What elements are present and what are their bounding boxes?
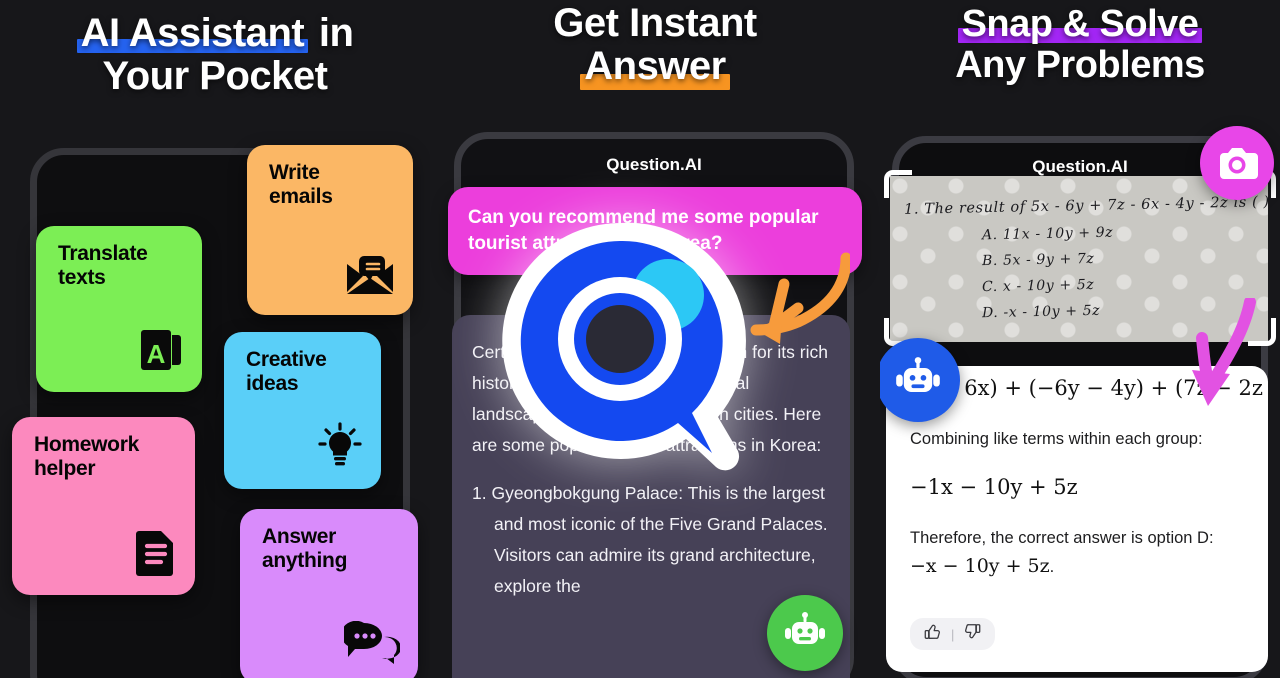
chat-bubble-user-question: Can you recommend me some popular touris… (448, 187, 862, 276)
robot-icon (785, 612, 825, 644)
ai-answer-intro: Certainly! Korea is a country known for … (472, 342, 828, 456)
scan-corner-top-left (884, 170, 912, 198)
scanned-homework-image: 1. The result of 5x - 6y + 7z - 6x - 4y … (890, 176, 1270, 342)
panel-ai-assistant: AI Assistant in Your Pocket Translate te… (0, 0, 430, 678)
panel-instant-answer: Get Instant Answer Question.AI Can you r… (430, 0, 880, 678)
document-icon (135, 528, 177, 581)
ai-answer-item-1: 1. Gyeongbokgung Palace: This is the lar… (472, 482, 828, 596)
feature-card-label: Answer anything (262, 525, 348, 572)
panel-1-heading: AI Assistant in Your Pocket (0, 11, 430, 99)
heading-highlight-ai-assistant: AI Assistant (76, 11, 309, 55)
solution-step-text: Combining like terms within each group: (910, 430, 1203, 448)
feature-card-label: Homework helper (34, 433, 139, 480)
robot-icon (896, 357, 940, 392)
solution-math-result: −1x − 10y + 5z (910, 474, 1078, 499)
mail-icon (345, 254, 395, 301)
feature-card-write-emails[interactable]: Write emails (247, 145, 413, 315)
heading-line-your-pocket: Your Pocket (102, 54, 328, 99)
handwritten-line: 1. The result of 5x - 6y + 7z - 6x - 4y … (903, 194, 1270, 218)
heading-suffix-in: in (308, 11, 354, 55)
solution-math-top: − 6x) + (−6y − 4y) + (7z − 2z (940, 376, 1263, 400)
feedback-bar: | (910, 618, 996, 650)
handwritten-line: C. x - 10y + 5z (981, 276, 1095, 296)
user-question-text: Can you recommend me some popular touris… (468, 207, 819, 255)
feature-card-label: Write emails (269, 161, 333, 208)
feature-card-translate-texts[interactable]: Translate texts A (36, 226, 202, 392)
robot-green-badge[interactable] (767, 595, 843, 671)
solution-conclusion: Therefore, the correct answer is option … (910, 525, 1244, 582)
thumbs-up-icon[interactable] (924, 623, 941, 645)
heading-highlight-answer: Answer (580, 44, 730, 91)
feature-card-creative-ideas[interactable]: Creative ideas (224, 332, 381, 489)
panel-snap-solve: Snap & Solve Any Problems Question.AI 1.… (880, 0, 1280, 678)
translate-icon: A (138, 327, 184, 378)
heading-line-get-instant: Get Instant (553, 1, 757, 45)
heading-highlight-snap-solve: Snap & Solve (957, 3, 1203, 45)
panel-3-heading: Snap & Solve Any Problems (880, 3, 1280, 87)
feature-card-label: Translate texts (58, 242, 148, 289)
feature-card-answer-anything[interactable]: Answer anything (240, 509, 418, 678)
solution-conclusion-text: Therefore, the correct answer is option … (910, 528, 1214, 547)
app-title-question-ai: Question.AI (606, 155, 702, 174)
promo-screenshot: AI Assistant in Your Pocket Translate te… (0, 0, 1280, 678)
svg-text:A: A (147, 339, 166, 369)
handwritten-line: D. -x - 10y + 5z (981, 302, 1101, 322)
lightbulb-icon (317, 422, 363, 475)
camera-badge[interactable] (1200, 126, 1274, 200)
heading-line-any-problems: Any Problems (955, 44, 1205, 87)
feedback-separator: | (951, 626, 955, 642)
chat-bubbles-icon (341, 620, 402, 670)
handwritten-line: A. 11x - 10y + 9z (981, 224, 1114, 244)
panel-2-heading: Get Instant Answer (430, 1, 880, 91)
robot-blue-badge[interactable] (880, 338, 960, 422)
solution-conclusion-math: −x − 10y + 5z (910, 555, 1050, 578)
feature-card-label: Creative ideas (246, 348, 327, 395)
feature-card-homework-helper[interactable]: Homework helper (12, 417, 195, 595)
scan-corner-bottom-right (1248, 318, 1276, 346)
camera-icon (1220, 148, 1258, 179)
handwritten-line: B. 5x - 9y + 7z (981, 250, 1095, 270)
thumbs-down-icon[interactable] (964, 623, 981, 645)
solution-period: . (1049, 558, 1055, 577)
